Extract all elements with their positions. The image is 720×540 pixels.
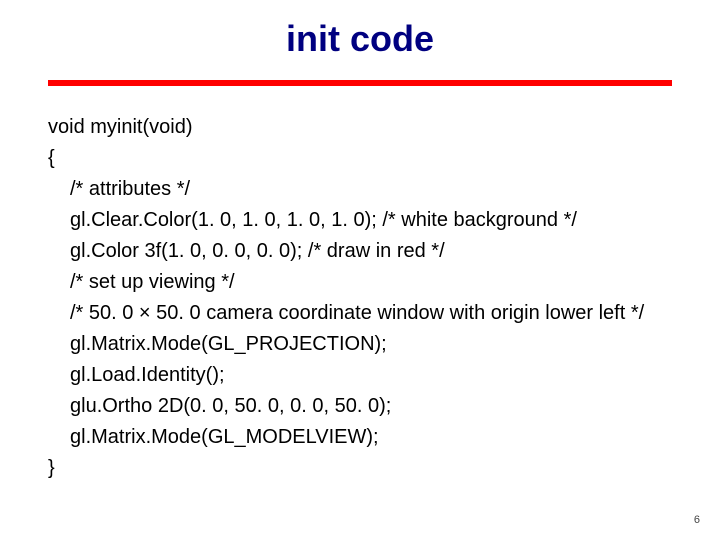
slide: init code void myinit(void) { /* attribu…: [0, 0, 720, 540]
code-line: void myinit(void): [48, 112, 688, 143]
code-line: glu.Ortho 2D(0. 0, 50. 0, 0. 0, 50. 0);: [48, 391, 688, 422]
code-line: gl.Matrix.Mode(GL_PROJECTION);: [48, 329, 688, 360]
title-underline: [48, 80, 672, 86]
code-line: gl.Load.Identity();: [48, 360, 688, 391]
code-line: gl.Matrix.Mode(GL_MODELVIEW);: [48, 422, 688, 453]
slide-title: init code: [0, 18, 720, 60]
code-line: /* 50. 0 × 50. 0 camera coordinate windo…: [48, 298, 688, 329]
code-line: /* set up viewing */: [48, 267, 688, 298]
code-line: gl.Color 3f(1. 0, 0. 0, 0. 0); /* draw i…: [48, 236, 688, 267]
code-line: gl.Clear.Color(1. 0, 1. 0, 1. 0, 1. 0); …: [48, 205, 688, 236]
code-block: void myinit(void) { /* attributes */ gl.…: [48, 112, 688, 484]
page-number: 6: [694, 514, 700, 526]
code-line: {: [48, 143, 688, 174]
code-line: /* attributes */: [48, 174, 688, 205]
code-line: }: [48, 453, 688, 484]
